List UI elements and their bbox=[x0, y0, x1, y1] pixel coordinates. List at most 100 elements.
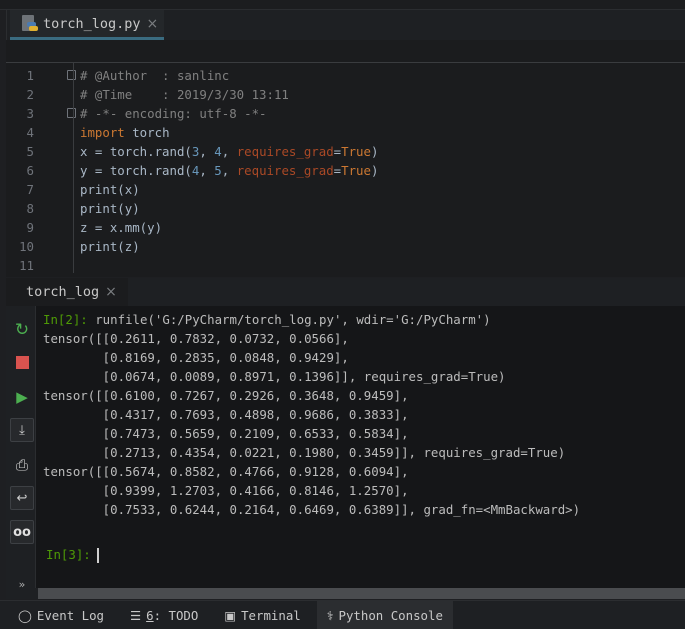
console-text: [0.7533, 0.6244, 0.2164, 0.6469, 0.6389]… bbox=[43, 502, 581, 517]
tool-tab-pythonconsole[interactable]: ⚕ Python Console bbox=[316, 601, 453, 629]
code-token: requires_grad bbox=[236, 163, 334, 178]
line-number: 7 bbox=[26, 182, 34, 197]
stop-button[interactable] bbox=[10, 350, 34, 374]
code-line: 9 z = x.mm(y) bbox=[6, 218, 685, 237]
tool-tab-label: : TODO bbox=[153, 607, 199, 623]
horizontal-scrollbar[interactable] bbox=[38, 588, 685, 599]
line-number: 8 bbox=[26, 201, 34, 216]
close-console-tab-icon[interactable]: × bbox=[105, 284, 117, 300]
console-line: tensor([[0.6100, 0.7267, 0.2926, 0.3648,… bbox=[43, 386, 409, 405]
code-token: print(z) bbox=[80, 239, 140, 254]
code-editor[interactable]: 1 # @Author : sanlinc 2 # @Time : 2019/3/30… bbox=[6, 40, 685, 277]
python-file-icon bbox=[22, 14, 38, 33]
code-line: 2 # @Time : 2019/3/30 13:11 bbox=[6, 85, 685, 104]
console-text: tensor([[0.2611, 0.7832, 0.0732, 0.0566]… bbox=[43, 331, 349, 346]
code-token: import bbox=[80, 125, 125, 140]
tool-tab-label: Event Log bbox=[36, 607, 105, 623]
code-line: 11 bbox=[6, 256, 685, 275]
code-token: # -*- encoding: utf-8 -*- bbox=[80, 106, 267, 121]
title-strip bbox=[0, 0, 685, 10]
tool-tab-label: Terminal bbox=[241, 607, 301, 623]
console-text: [0.7473, 0.5659, 0.2109, 0.6533, 0.5834]… bbox=[43, 426, 409, 441]
scrollbar-corner bbox=[6, 588, 38, 599]
input-prompt: In[3]: bbox=[46, 547, 91, 562]
console-text: tensor([[0.6100, 0.7267, 0.2926, 0.3648,… bbox=[43, 388, 409, 403]
print-icon[interactable]: ⎙ bbox=[10, 453, 34, 477]
code-text: # @Time : 2019/3/30 13:11 bbox=[80, 85, 289, 104]
tool-tab-terminal[interactable]: ▣ Terminal bbox=[214, 601, 310, 629]
console-tab-label: torch_log bbox=[26, 284, 100, 300]
console-line: [0.4317, 0.7693, 0.4898, 0.9686, 0.3833]… bbox=[43, 405, 409, 424]
code-text: print(z) bbox=[80, 237, 140, 256]
text-caret[interactable] bbox=[96, 548, 99, 563]
code-token: y = torch.rand( bbox=[80, 163, 192, 178]
console-text: [0.9399, 1.2703, 0.4166, 0.8146, 1.2570]… bbox=[43, 483, 409, 498]
console-line: [0.0674, 0.0089, 0.8971, 0.1396]], requi… bbox=[43, 367, 506, 386]
code-line: 1 # @Author : sanlinc bbox=[6, 66, 685, 85]
code-token: # @Author : sanlinc bbox=[80, 68, 230, 83]
line-number: 3 bbox=[26, 106, 34, 121]
code-line: 10 print(z) bbox=[6, 237, 685, 256]
event-log-icon: ◯ bbox=[18, 607, 32, 623]
python-console-icon: ⚕ bbox=[326, 607, 334, 623]
tab-torch-log-console[interactable]: torch_log × bbox=[6, 278, 128, 306]
stop-icon bbox=[15, 355, 29, 369]
console-line: [0.7473, 0.5659, 0.2109, 0.6533, 0.5834]… bbox=[43, 424, 409, 443]
scroll-to-end-icon[interactable]: ⤓ bbox=[10, 418, 34, 442]
console-text: [0.0674, 0.0089, 0.8971, 0.1396]], requi… bbox=[43, 369, 506, 384]
breadcrumb-area bbox=[6, 40, 685, 63]
tab-torch-log-py[interactable]: torch_log.py × bbox=[10, 10, 164, 40]
fold-icon[interactable] bbox=[67, 108, 76, 118]
terminal-icon: ▣ bbox=[224, 607, 237, 623]
console-line: [0.8169, 0.2835, 0.0848, 0.9429], bbox=[43, 348, 349, 367]
code-token: print(y) bbox=[80, 201, 140, 216]
console-toolbar: ↻ ▶ ⤓ ⎙ ↩ oo » bbox=[6, 306, 36, 591]
editor-tab-bar: torch_log.py × bbox=[6, 10, 685, 40]
console-text: tensor([[0.5674, 0.8582, 0.4766, 0.9128,… bbox=[43, 464, 409, 479]
code-token: 4 bbox=[214, 144, 222, 159]
code-token: , bbox=[199, 163, 215, 178]
mnemonic: 6 bbox=[146, 607, 154, 623]
show-variables-icon[interactable]: oo bbox=[10, 520, 34, 544]
close-tab-icon[interactable]: × bbox=[147, 16, 159, 32]
code-text: y = torch.rand(4, 5, requires_grad=True) bbox=[80, 161, 378, 180]
code-token: True bbox=[341, 144, 371, 159]
code-token: 5 bbox=[214, 163, 222, 178]
run-icon[interactable]: ▶ bbox=[10, 385, 34, 409]
line-number: 11 bbox=[19, 258, 34, 273]
indent-guide bbox=[73, 63, 74, 273]
code-token: print(x) bbox=[80, 182, 140, 197]
code-line: 4 import torch bbox=[6, 123, 685, 142]
code-token: ) bbox=[370, 163, 379, 178]
console-line: [0.9399, 1.2703, 0.4166, 0.8146, 1.2570]… bbox=[43, 481, 409, 500]
code-token: requires_grad bbox=[236, 144, 334, 159]
console-line: [0.2713, 0.4354, 0.0221, 0.1980, 0.3459]… bbox=[43, 443, 566, 462]
code-line: 5 x = torch.rand(3, 4, requires_grad=True… bbox=[6, 142, 685, 161]
code-text: # -*- encoding: utf-8 -*- bbox=[80, 104, 267, 123]
tool-tab-todo[interactable]: ☰ 6: TODO bbox=[120, 601, 208, 629]
code-token: torch bbox=[124, 125, 170, 140]
code-text: x = torch.rand(3, 4, requires_grad=True) bbox=[80, 142, 378, 161]
line-number: 5 bbox=[26, 144, 34, 159]
console-tab-bar: torch_log × bbox=[6, 278, 685, 306]
code-line: 6 y = torch.rand(4, 5, requires_grad=True… bbox=[6, 161, 685, 180]
rerun-icon[interactable]: ↻ bbox=[10, 318, 34, 342]
code-token: , bbox=[221, 163, 237, 178]
python-console[interactable]: ↻ ▶ ⤓ ⎙ ↩ oo » In[2]: runfile('G:/PyChar… bbox=[6, 306, 685, 591]
todo-list-icon: ☰ bbox=[130, 607, 142, 623]
code-text: # @Author : sanlinc bbox=[80, 66, 229, 85]
tool-window-bar: ◯ Event Log ☰ 6: TODO ▣ Terminal ⚕ Python Conso… bbox=[0, 600, 685, 629]
console-text: [0.4317, 0.7693, 0.4898, 0.9686, 0.3833]… bbox=[43, 407, 409, 422]
soft-wrap-icon[interactable]: ↩ bbox=[10, 486, 34, 510]
console-text: [0.8169, 0.2835, 0.0848, 0.9429], bbox=[43, 350, 349, 365]
code-token: x = torch.rand( bbox=[80, 144, 192, 159]
tool-tab-eventlog[interactable]: ◯ Event Log bbox=[8, 601, 114, 629]
console-text: [0.2713, 0.4354, 0.0221, 0.1980, 0.3459]… bbox=[43, 445, 566, 460]
code-token: True bbox=[341, 163, 371, 178]
fold-icon[interactable] bbox=[67, 70, 76, 80]
code-token: # @Time : 2019/3/30 13:11 bbox=[80, 87, 289, 102]
code-token: , bbox=[221, 144, 237, 159]
code-text: print(y) bbox=[80, 199, 140, 218]
console-line: In[2]: runfile('G:/PyCharm/torch_log.py'… bbox=[43, 310, 491, 329]
code-line: 7 print(x) bbox=[6, 180, 685, 199]
